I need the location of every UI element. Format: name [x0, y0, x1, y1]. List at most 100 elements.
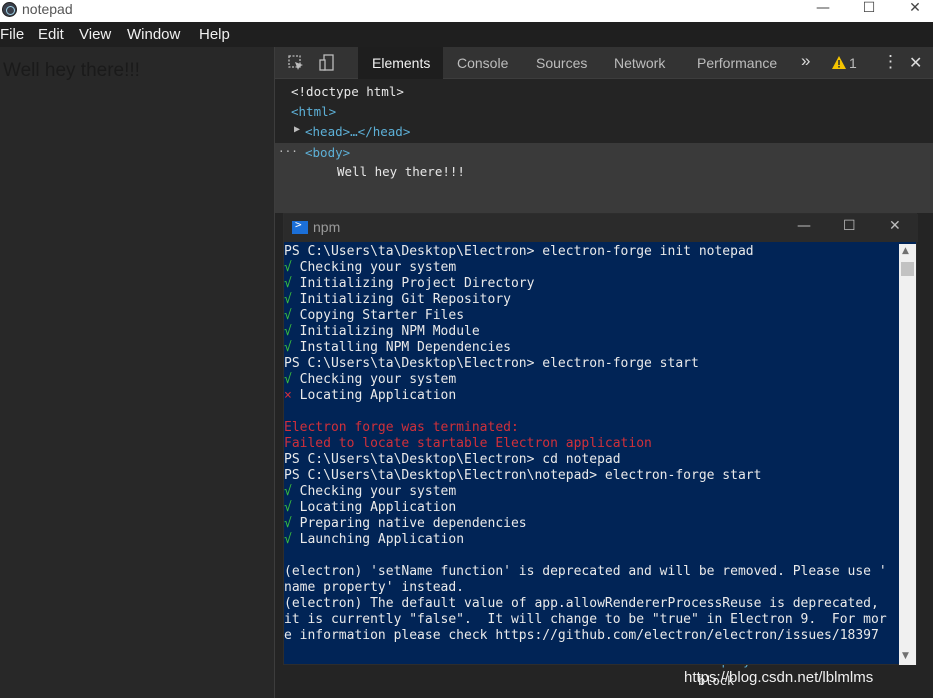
check-mark-icon: √ [284, 292, 292, 307]
terminal-line-text: PS C:\Users\ta\Desktop\Electron> electro… [284, 244, 754, 259]
terminal-line: (electron) The default value of app.allo… [284, 596, 900, 612]
tab-elements[interactable]: Elements [372, 55, 430, 71]
check-mark-icon: √ [284, 308, 292, 323]
scroll-up-icon[interactable]: ▲ [902, 246, 909, 256]
terminal-close-button[interactable]: ✕ [889, 218, 901, 234]
menu-bar: File Edit View Window Help [0, 22, 933, 47]
terminal-line-text: PS C:\Users\ta\Desktop\Electron\notepad>… [284, 468, 762, 483]
devtools-toolbar: Elements Console Sources Network Perform… [275, 47, 933, 79]
terminal-line-text: PS C:\Users\ta\Desktop\Electron> electro… [284, 356, 699, 371]
terminal-line: √ Checking your system [284, 484, 900, 500]
cross-mark-icon: × [284, 388, 292, 403]
terminal-line-text [284, 404, 292, 419]
terminal-line: √ Checking your system [284, 372, 900, 388]
expand-head-icon[interactable]: ▶ [294, 124, 300, 135]
terminal-line: Electron forge was terminated: [284, 420, 900, 436]
terminal-line: √ Initializing Project Directory [284, 276, 900, 292]
window-titlebar: notepad — ☐ ✕ [0, 0, 933, 22]
terminal-line-text: Checking your system [291, 260, 457, 275]
dom-doctype[interactable]: <!doctype html> [291, 84, 404, 99]
terminal-line: √ Copying Starter Files [284, 308, 900, 324]
dom-head-tag[interactable]: <head>…</head> [305, 124, 410, 139]
terminal-line: √ Initializing Git Repository [284, 292, 900, 308]
menu-help[interactable]: Help [199, 26, 230, 43]
terminal-line-text: (electron) 'setName function' is depreca… [284, 564, 887, 579]
check-mark-icon: √ [284, 260, 292, 275]
terminal-line-text: Launching Application [291, 532, 465, 547]
terminal-line-text: Installing NPM Dependencies [291, 340, 511, 355]
terminal-titlebar: npm — ☐ ✕ [284, 214, 918, 242]
terminal-line-text: Initializing NPM Module [291, 324, 480, 339]
terminal-window: npm — ☐ ✕ PS C:\Users\ta\Desktop\Electro… [283, 213, 918, 665]
electron-app-icon [2, 2, 17, 17]
tab-network[interactable]: Network [614, 55, 665, 71]
terminal-line-text: Initializing Git Repository [291, 292, 511, 307]
terminal-line-text: Copying Starter Files [291, 308, 465, 323]
watermark: https://blog.csdn.net/lblmlms [684, 669, 874, 686]
inspect-element-icon[interactable] [287, 54, 305, 72]
terminal-line: (electron) 'setName function' is depreca… [284, 564, 900, 580]
terminal-line: √ Preparing native dependencies [284, 516, 900, 532]
terminal-line-text: it is currently "false". It will change … [284, 612, 887, 627]
menu-edit[interactable]: Edit [38, 26, 64, 43]
scrollbar-thumb[interactable] [901, 262, 914, 276]
menu-view[interactable]: View [79, 26, 111, 43]
device-toolbar-icon[interactable] [318, 54, 336, 72]
terminal-line: √ Installing NPM Dependencies [284, 340, 900, 356]
terminal-line: √ Locating Application [284, 500, 900, 516]
check-mark-icon: √ [284, 324, 292, 339]
more-tabs-icon[interactable]: » [801, 51, 810, 71]
terminal-line: it is currently "false". It will change … [284, 612, 900, 628]
terminal-minimize-button[interactable]: — [797, 218, 811, 234]
dom-body-text[interactable]: Well hey there!!! [337, 164, 465, 179]
terminal-line: PS C:\Users\ta\Desktop\Electron\notepad>… [284, 468, 900, 484]
terminal-title: npm [313, 219, 341, 235]
powershell-icon [292, 218, 308, 234]
terminal-line-text: Preparing native dependencies [291, 516, 527, 531]
check-mark-icon: √ [284, 372, 292, 387]
terminal-output[interactable]: PS C:\Users\ta\Desktop\Electron> electro… [284, 244, 900, 664]
menu-file[interactable]: File [0, 26, 24, 43]
warning-icon[interactable] [832, 56, 846, 69]
terminal-line: √ Initializing NPM Module [284, 324, 900, 340]
terminal-line: PS C:\Users\ta\Desktop\Electron> cd note… [284, 452, 900, 468]
terminal-line: PS C:\Users\ta\Desktop\Electron> electro… [284, 356, 900, 372]
check-mark-icon: √ [284, 532, 292, 547]
terminal-line-text: Locating Application [291, 500, 457, 515]
terminal-line: e information please check https://githu… [284, 628, 900, 644]
check-mark-icon: √ [284, 500, 292, 515]
terminal-line [284, 548, 900, 564]
tab-console[interactable]: Console [457, 55, 508, 71]
check-mark-icon: √ [284, 484, 292, 499]
terminal-line: PS C:\Users\ta\Desktop\Electron> electro… [284, 244, 900, 260]
dom-html-tag[interactable]: <html> [291, 104, 336, 119]
terminal-scrollbar[interactable]: ▲ ▼ [899, 244, 916, 665]
terminal-line-text: Checking your system [291, 484, 457, 499]
terminal-line-text [284, 548, 292, 563]
menu-window[interactable]: Window [127, 26, 180, 43]
terminal-line: Failed to locate startable Electron appl… [284, 436, 900, 452]
terminal-line-text: PS C:\Users\ta\Desktop\Electron> cd note… [284, 452, 621, 467]
maximize-button[interactable]: ☐ [846, 0, 892, 20]
close-button[interactable]: ✕ [892, 0, 933, 20]
window-title: notepad [22, 1, 73, 17]
check-mark-icon: √ [284, 340, 292, 355]
terminal-line-text: Checking your system [291, 372, 457, 387]
terminal-maximize-button[interactable]: ☐ [843, 218, 856, 234]
page-text: Well hey there!!! [3, 60, 140, 81]
tab-sources[interactable]: Sources [536, 55, 587, 71]
check-mark-icon: √ [284, 516, 292, 531]
terminal-line [284, 404, 900, 420]
minimize-button[interactable]: — [800, 0, 846, 20]
terminal-line-text: Failed to locate startable Electron appl… [284, 436, 652, 451]
dom-body-tag[interactable]: <body> [305, 145, 350, 160]
scroll-down-icon[interactable]: ▼ [902, 651, 909, 661]
tab-performance[interactable]: Performance [697, 55, 777, 71]
terminal-line-text: Electron forge was terminated: [284, 420, 519, 435]
terminal-line-text: Locating Application [291, 388, 457, 403]
dom-ellipsis-icon[interactable]: ··· [278, 145, 298, 158]
kebab-menu-icon[interactable]: ⋮ [882, 52, 899, 72]
devtools-close-icon[interactable]: ✕ [909, 53, 922, 73]
page-content: Well hey there!!! [0, 47, 274, 698]
warning-count: 1 [849, 55, 857, 71]
